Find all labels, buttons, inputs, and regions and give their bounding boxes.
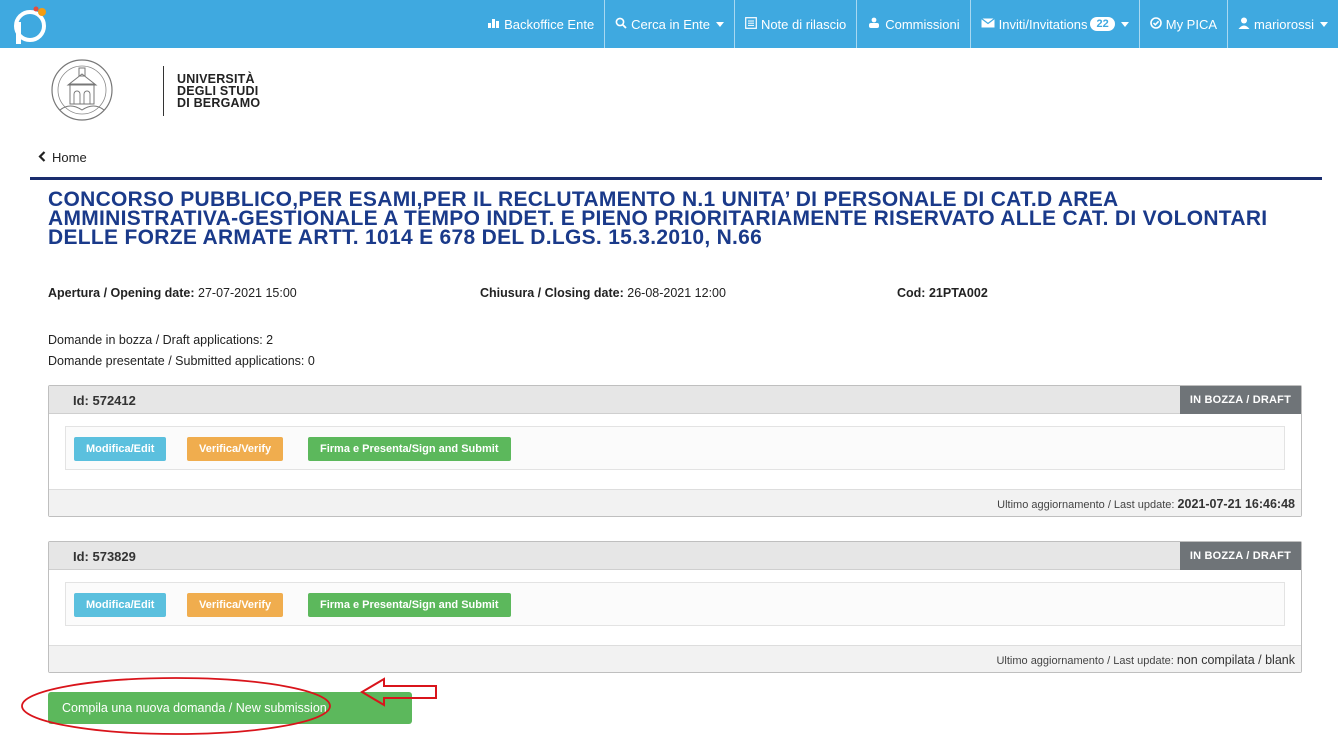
university-seal-logo bbox=[51, 59, 113, 121]
last-update: Ultimo aggiornamento / Last update: 2021… bbox=[997, 497, 1295, 511]
new-submission-button[interactable]: Compila una nuova domanda / New submissi… bbox=[48, 692, 412, 724]
logo-divider bbox=[163, 66, 164, 116]
closing-date-value: 26-08-2021 12:00 bbox=[627, 286, 726, 300]
last-update-value: 2021-07-21 16:46:48 bbox=[1177, 497, 1295, 511]
circle-check-icon bbox=[1149, 16, 1162, 32]
sign-and-submit-button[interactable]: Firma e Presenta/Sign and Submit bbox=[308, 593, 511, 617]
opening-date-value: 27-07-2021 15:00 bbox=[198, 286, 297, 300]
nav-commissioni[interactable]: Commissioni bbox=[856, 0, 969, 48]
nav-backoffice-ente[interactable]: Backoffice Ente bbox=[478, 0, 604, 48]
call-code-value: 21PTA002 bbox=[928, 286, 988, 300]
university-name: UNIVERSITÀ DEGLI STUDI DI BERGAMO bbox=[177, 73, 261, 110]
application-panel-header: Id: 572412 IN BOZZA / DRAFT bbox=[49, 386, 1301, 414]
chevron-down-icon bbox=[1120, 21, 1129, 27]
search-icon bbox=[615, 17, 627, 32]
nav-my-pica-label: My PICA bbox=[1165, 16, 1218, 32]
nav-inviti-label: Inviti/Invitations bbox=[998, 16, 1088, 32]
invitations-count-badge: 22 bbox=[1090, 17, 1115, 31]
application-panel-footer: Ultimo aggiornamento / Last update: 2021… bbox=[49, 489, 1301, 516]
actions-well: Modifica/Edit Verifica/Verify Firma e Pr… bbox=[65, 426, 1285, 470]
list-icon bbox=[745, 16, 757, 32]
nav-cerca-in-ente-label: Cerca in Ente bbox=[631, 16, 710, 32]
application-panel-header: Id: 573829 IN BOZZA / DRAFT bbox=[49, 542, 1301, 570]
university-name-line3: DI BERGAMO bbox=[177, 96, 261, 110]
application-panel-footer: Ultimo aggiornamento / Last update: non … bbox=[49, 645, 1301, 672]
nav-note-di-rilascio[interactable]: Note di rilascio bbox=[733, 0, 856, 48]
edit-button[interactable]: Modifica/Edit bbox=[74, 593, 167, 617]
application-id: Id: 573829 bbox=[73, 549, 136, 564]
call-title: CONCORSO PUBBLICO,PER ESAMI,PER IL RECLU… bbox=[48, 188, 1268, 249]
pica-logo[interactable] bbox=[10, 4, 50, 44]
last-update: Ultimo aggiornamento / Last update: non … bbox=[996, 653, 1295, 667]
last-update-label: Ultimo aggiornamento / Last update: bbox=[997, 499, 1175, 511]
home-link-label: Home bbox=[52, 149, 87, 165]
last-update-label: Ultimo aggiornamento / Last update: bbox=[996, 655, 1174, 667]
call-code: Cod: 21PTA002 bbox=[897, 286, 988, 300]
application-panel-body: Modifica/Edit Verifica/Verify Firma e Pr… bbox=[49, 570, 1301, 645]
nav-inviti-invitations[interactable]: Inviti/Invitations 22 bbox=[969, 0, 1139, 48]
application-panel: Id: 572412 IN BOZZA / DRAFT Modifica/Edi… bbox=[48, 385, 1302, 517]
verify-button[interactable]: Verifica/Verify bbox=[187, 593, 284, 617]
chevron-down-icon bbox=[1320, 21, 1328, 27]
nav-user-menu[interactable]: mariorossi bbox=[1227, 0, 1338, 48]
user-icon bbox=[1238, 17, 1250, 32]
actions-well: Modifica/Edit Verifica/Verify Firma e Pr… bbox=[65, 582, 1285, 626]
application-panel-body: Modifica/Edit Verifica/Verify Firma e Pr… bbox=[49, 414, 1301, 489]
submitted-applications-count: Domande presentate / Submitted applicati… bbox=[48, 354, 315, 368]
status-badge: IN BOZZA / DRAFT bbox=[1179, 542, 1301, 570]
last-update-value: non compilata / blank bbox=[1176, 653, 1295, 667]
chevron-left-icon bbox=[38, 149, 46, 165]
envelope-icon bbox=[980, 17, 995, 31]
closing-date: Chiusura / Closing date: 26-08-2021 12:0… bbox=[480, 286, 726, 300]
nav-backoffice-ente-label: Backoffice Ente bbox=[504, 16, 595, 32]
sign-and-submit-button[interactable]: Firma e Presenta/Sign and Submit bbox=[308, 437, 511, 461]
closing-date-label: Chiusura / Closing date: bbox=[480, 286, 624, 300]
application-panel: Id: 573829 IN BOZZA / DRAFT Modifica/Edi… bbox=[48, 541, 1302, 673]
nav-cerca-in-ente[interactable]: Cerca in Ente bbox=[604, 0, 734, 48]
application-id: Id: 572412 bbox=[73, 393, 136, 408]
draft-applications-count: Domande in bozza / Draft applications: 2 bbox=[48, 333, 274, 347]
bar-chart-icon bbox=[488, 17, 500, 31]
opening-date-label: Apertura / Opening date: bbox=[48, 286, 195, 300]
nav-username-label: mariorossi bbox=[1254, 16, 1314, 32]
home-link[interactable]: Home bbox=[38, 149, 87, 165]
nav-my-pica[interactable]: My PICA bbox=[1138, 0, 1227, 48]
header-divider bbox=[30, 177, 1322, 180]
nav-commissioni-label: Commissioni bbox=[885, 16, 960, 32]
opening-date: Apertura / Opening date: 27-07-2021 15:0… bbox=[48, 286, 297, 300]
verify-button[interactable]: Verifica/Verify bbox=[187, 437, 284, 461]
group-icon bbox=[867, 17, 881, 31]
nav-note-di-rilascio-label: Note di rilascio bbox=[760, 16, 847, 32]
top-navbar: Backoffice Ente Cerca in Ente Note di ri… bbox=[0, 0, 1338, 48]
call-code-label: Cod: bbox=[897, 286, 926, 300]
chevron-down-icon bbox=[715, 21, 724, 27]
edit-button[interactable]: Modifica/Edit bbox=[74, 437, 167, 461]
status-badge: IN BOZZA / DRAFT bbox=[1179, 386, 1301, 414]
